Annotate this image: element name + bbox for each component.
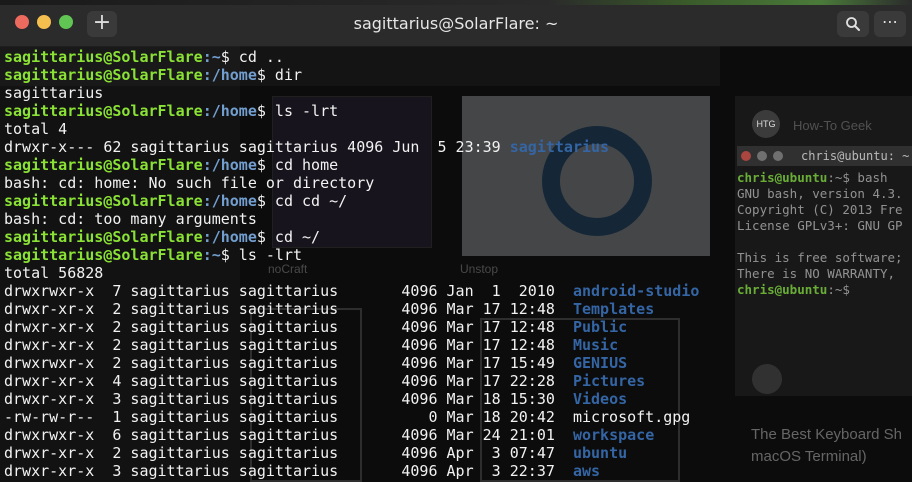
- search-button[interactable]: [837, 11, 869, 37]
- output-line: drwxr-xr-x 4 sagittarius sagittarius 409…: [4, 372, 645, 390]
- prompt-command: $ ls -lrt: [220, 246, 303, 264]
- output-line: bash: cd: too many arguments: [4, 210, 257, 228]
- prompt-line: sagittarius@SolarFlare:/home$ cd ~/: [4, 228, 320, 246]
- prompt-path: :/home: [202, 228, 257, 246]
- terminal-output[interactable]: sagittarius@SolarFlare:~$ cd .. sagittari…: [0, 46, 912, 482]
- prompt-path: :/home: [202, 156, 257, 174]
- output-text: drwxr-xr-x 2 sagittarius sagittarius 409…: [4, 318, 573, 336]
- prompt-path: :/home: [202, 102, 257, 120]
- prompt-user-host: sagittarius@SolarFlare: [4, 156, 203, 174]
- output-line: drwxrwxr-x 6 sagittarius sagittarius 409…: [4, 426, 654, 444]
- output-line: drwxr-xr-x 3 sagittarius sagittarius 409…: [4, 390, 627, 408]
- output-text: total 56828: [4, 264, 104, 282]
- prompt-user-host: sagittarius@SolarFlare: [4, 102, 203, 120]
- output-text: bash: cd: too many arguments: [4, 210, 257, 228]
- output-text: -rw-rw-r-- 1 sagittarius sagittarius 0 M…: [4, 408, 691, 426]
- prompt-path: :/home: [202, 66, 257, 84]
- output-line: drwxr-xr-x 2 sagittarius sagittarius 409…: [4, 444, 627, 462]
- output-text: drwxr-xr-x 2 sagittarius sagittarius 409…: [4, 300, 573, 318]
- prompt-user-host: sagittarius@SolarFlare: [4, 192, 203, 210]
- output-text: drwxrwxr-x 2 sagittarius sagittarius 409…: [4, 354, 573, 372]
- output-text: drwxr-x--- 62 sagittarius sagittarius 40…: [4, 138, 510, 156]
- prompt-command: $ ls -lrt: [256, 102, 339, 120]
- prompt-path: :~: [202, 48, 221, 66]
- output-line: drwxrwxr-x 2 sagittarius sagittarius 409…: [4, 354, 627, 372]
- output-text: drwxr-xr-x 4 sagittarius sagittarius 409…: [4, 372, 573, 390]
- prompt-line: sagittarius@SolarFlare:~$ ls -lrt: [4, 246, 302, 264]
- prompt-user-host: sagittarius@SolarFlare: [4, 246, 203, 264]
- output-line: drwxr-xr-x 2 sagittarius sagittarius 409…: [4, 318, 627, 336]
- output-line: sagittarius: [4, 84, 103, 102]
- prompt-line: sagittarius@SolarFlare:/home$ cd cd ~/: [4, 192, 347, 210]
- output-line: drwxr-xr-x 2 sagittarius sagittarius 409…: [4, 336, 618, 354]
- output-line: drwxr-xr-x 2 sagittarius sagittarius 409…: [4, 300, 654, 318]
- output-text: drwxr-xr-x 2 sagittarius sagittarius 409…: [4, 336, 573, 354]
- prompt-command: $ cd ..: [220, 48, 284, 66]
- prompt-command: $ dir: [256, 66, 303, 84]
- prompt-command: $ cd cd ~/: [256, 192, 348, 210]
- directory-name: aws: [572, 462, 601, 480]
- output-line: drwxr-x--- 62 sagittarius sagittarius 40…: [4, 138, 609, 156]
- directory-name: ubuntu: [572, 444, 628, 462]
- directory-name: sagittarius: [509, 138, 610, 156]
- menu-button[interactable]: ⋯: [874, 11, 906, 37]
- output-text: bash: cd: home: No such file or director…: [4, 174, 375, 192]
- prompt-command: $ cd ~/: [256, 228, 321, 246]
- search-icon: [846, 17, 860, 31]
- prompt-user-host: sagittarius@SolarFlare: [4, 228, 203, 246]
- output-text: drwxr-xr-x 3 sagittarius sagittarius 409…: [4, 390, 573, 408]
- directory-name: Music: [572, 336, 619, 354]
- output-line: total 56828: [4, 264, 103, 282]
- output-text: drwxrwxr-x 7 sagittarius sagittarius 409…: [4, 282, 573, 300]
- output-line: bash: cd: home: No such file or director…: [4, 174, 374, 192]
- output-line: total 4: [4, 120, 67, 138]
- output-text: drwxr-xr-x 3 sagittarius sagittarius 409…: [4, 462, 573, 480]
- directory-name: Templates: [572, 300, 655, 318]
- prompt-line: sagittarius@SolarFlare:/home$ ls -lrt: [4, 102, 338, 120]
- output-text: drwxr-xr-x 2 sagittarius sagittarius 409…: [4, 444, 573, 462]
- output-text: total 4: [4, 120, 68, 138]
- ellipsis-icon: ⋯: [882, 12, 898, 31]
- directory-name: Videos: [572, 390, 628, 408]
- directory-name: Pictures: [572, 372, 646, 390]
- directory-name: android-studio: [572, 282, 700, 300]
- output-text: drwxrwxr-x 6 sagittarius sagittarius 409…: [4, 426, 573, 444]
- prompt-line: sagittarius@SolarFlare:~$ cd ..: [4, 48, 284, 66]
- output-text: sagittarius: [4, 84, 104, 102]
- output-line: drwxrwxr-x 7 sagittarius sagittarius 409…: [4, 282, 699, 300]
- prompt-path: :/home: [202, 192, 257, 210]
- prompt-user-host: sagittarius@SolarFlare: [4, 66, 203, 84]
- title-bar: + sagittarius@SolarFlare: ~ ⋯: [0, 0, 912, 47]
- prompt-user-host: sagittarius@SolarFlare: [4, 48, 203, 66]
- output-line: -rw-rw-r-- 1 sagittarius sagittarius 0 M…: [4, 408, 690, 426]
- prompt-path: :~: [202, 246, 221, 264]
- prompt-line: sagittarius@SolarFlare:/home$ cd home: [4, 156, 338, 174]
- output-line: drwxr-xr-x 3 sagittarius sagittarius 409…: [4, 462, 600, 480]
- prompt-line: sagittarius@SolarFlare:/home$ dir: [4, 66, 302, 84]
- directory-name: workspace: [572, 426, 655, 444]
- window-title: sagittarius@SolarFlare: ~: [353, 14, 559, 33]
- directory-name: Public: [572, 318, 628, 336]
- prompt-command: $ cd home: [256, 156, 339, 174]
- directory-name: GENIUS: [572, 354, 628, 372]
